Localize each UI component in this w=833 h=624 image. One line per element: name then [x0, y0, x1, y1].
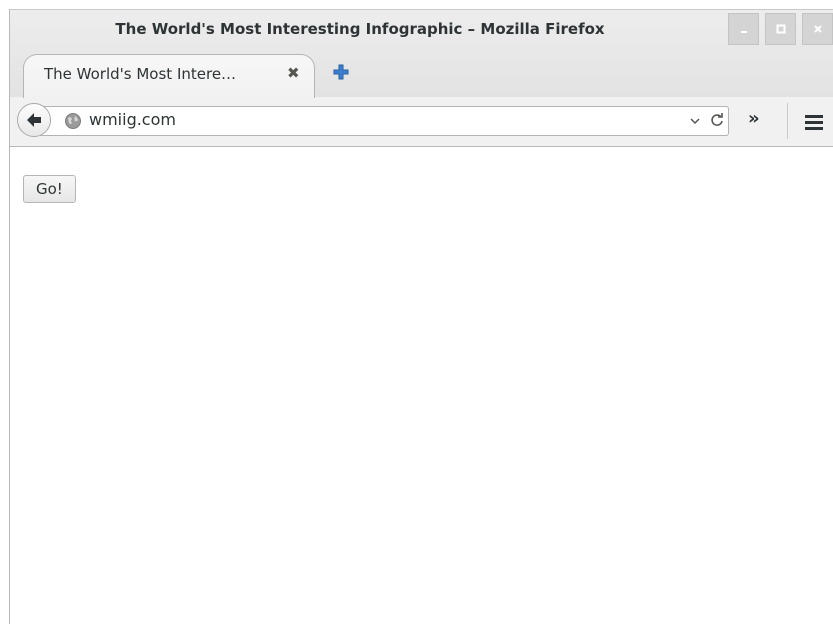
back-button[interactable]: [17, 103, 51, 137]
minimize-icon: [740, 31, 747, 33]
dropdown-icon[interactable]: [689, 115, 701, 127]
new-tab-plus-icon[interactable]: [332, 63, 350, 81]
tab-active[interactable]: The World's Most Intere… ✖: [23, 54, 315, 98]
url-text[interactable]: wmiig.com: [89, 110, 176, 129]
tab-strip: The World's Most Intere… ✖: [10, 50, 833, 98]
url-bar[interactable]: wmiig.com: [40, 106, 729, 136]
hamburger-menu-icon[interactable]: [805, 114, 823, 130]
tab-title: The World's Most Intere…: [44, 65, 237, 83]
window-controls: [728, 13, 833, 47]
maximize-button[interactable]: [765, 13, 796, 45]
toolbar-separator: [787, 103, 788, 139]
minimize-button[interactable]: [728, 13, 759, 45]
back-arrow-icon: [27, 113, 41, 127]
tab-close-icon[interactable]: ✖: [287, 64, 300, 82]
window-chrome: The World's Most Interesting Infographic…: [10, 9, 833, 98]
navigation-toolbar: wmiig.com »: [10, 97, 833, 147]
close-button[interactable]: [802, 13, 833, 45]
page-content: Go!: [10, 147, 833, 624]
globe-icon: [65, 113, 81, 129]
maximize-icon: [776, 24, 785, 34]
close-icon: [813, 25, 822, 33]
go-button[interactable]: Go!: [23, 175, 76, 203]
title-bar[interactable]: The World's Most Interesting Infographic…: [10, 10, 833, 50]
reload-icon[interactable]: [709, 112, 725, 128]
window-title: The World's Most Interesting Infographic…: [115, 20, 605, 38]
browser-window: The World's Most Interesting Infographic…: [9, 9, 833, 624]
overflow-button[interactable]: »: [748, 108, 760, 129]
